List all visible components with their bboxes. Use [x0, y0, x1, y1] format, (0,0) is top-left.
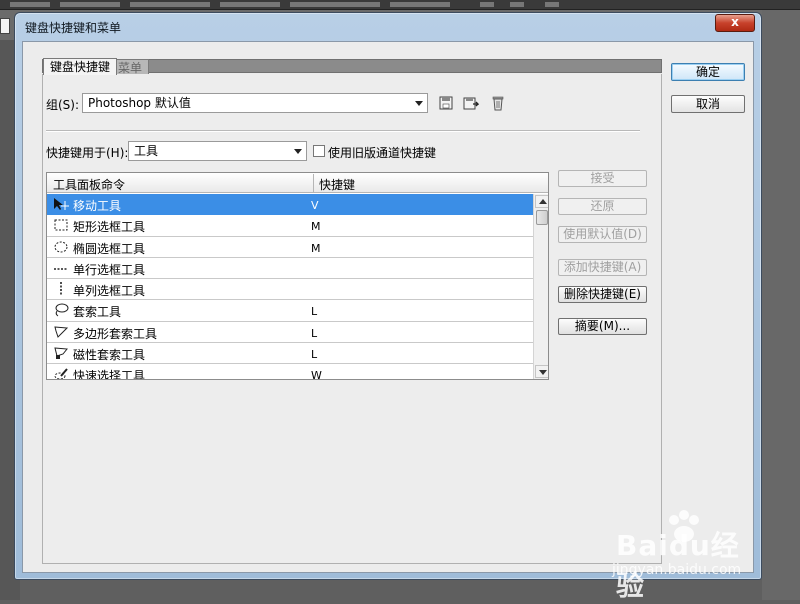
- chevron-down-icon: [294, 149, 302, 154]
- row-shortcut: L: [311, 348, 318, 362]
- column-header-command[interactable]: 工具面板命令: [53, 176, 125, 193]
- summarize-button-label: 摘要(M)...: [574, 319, 631, 333]
- table-scrollbar[interactable]: [533, 194, 548, 379]
- row-shortcut: L: [311, 326, 318, 340]
- table-row[interactable]: 单列选框工具: [47, 279, 533, 301]
- add-shortcut-button[interactable]: 添加快捷键(A): [558, 259, 647, 276]
- tool-shortcuts-table: 工具面板命令 快捷键 移动工具 V 矩形选框工具 M 椭圆选框工具 M 单行选框…: [46, 172, 549, 380]
- row-command: 快速选择工具: [73, 369, 146, 380]
- background-menubar: [0, 0, 800, 10]
- tab-menus-label: 菜单: [118, 61, 143, 75]
- column-header-shortcut[interactable]: 快捷键: [319, 176, 355, 193]
- ok-button-label: 确定: [695, 65, 720, 79]
- background-menu-item: [390, 2, 450, 7]
- arrow-up-icon: [539, 199, 547, 204]
- row-command: 单列选框工具: [73, 284, 146, 299]
- legacy-channel-shortcuts-label: 使用旧版通道快捷键: [328, 146, 437, 160]
- scroll-thumb[interactable]: [536, 210, 548, 225]
- row-command: 矩形选框工具: [73, 220, 146, 235]
- trash-icon[interactable]: [490, 95, 506, 111]
- table-row[interactable]: 移动工具 V: [47, 194, 533, 216]
- background-menu-item: [60, 2, 120, 7]
- background-menu-item: [10, 2, 50, 7]
- accept-button-label: 接受: [590, 171, 615, 185]
- shortcuts-for-label: 快捷键用于(H):: [46, 146, 129, 160]
- scroll-up-button[interactable]: [535, 195, 548, 208]
- ellipse-marquee-icon: [54, 241, 68, 253]
- table-body: 移动工具 V 矩形选框工具 M 椭圆选框工具 M 单行选框工具 单列选框工具 套…: [47, 194, 533, 380]
- group-label: 组(S):: [46, 98, 80, 112]
- table-row[interactable]: 单行选框工具: [47, 258, 533, 280]
- row-command: 多边形套索工具: [73, 326, 158, 341]
- row-command: 磁性套索工具: [73, 348, 146, 363]
- use-default-button-label: 使用默认值(D): [563, 227, 642, 241]
- magnetic-lasso-icon: [54, 347, 68, 360]
- single-row-marquee-icon: [54, 268, 68, 270]
- tab-keyboard-shortcuts-label: 键盘快捷键: [50, 60, 111, 74]
- row-shortcut: W: [311, 369, 322, 380]
- dialog-titlebar[interactable]: 键盘快捷键和菜单 x: [15, 13, 761, 39]
- table-row[interactable]: 快速选择工具 W: [47, 364, 533, 380]
- background-menu-item: [545, 2, 559, 7]
- table-row[interactable]: 磁性套索工具 L: [47, 343, 533, 365]
- background-menu-item: [480, 2, 494, 7]
- row-command: 单行选框工具: [73, 262, 146, 277]
- baidu-watermark: Baidu经验 jingyan.baidu.com: [608, 510, 768, 602]
- divider: [46, 130, 640, 132]
- row-shortcut: M: [311, 241, 321, 255]
- row-shortcut: V: [311, 199, 319, 212]
- single-column-marquee-icon: [60, 282, 62, 297]
- undo-button-label: 还原: [590, 199, 615, 213]
- tab-keyboard-shortcuts[interactable]: 键盘快捷键: [43, 58, 118, 75]
- save-icon[interactable]: [438, 95, 454, 111]
- background-menu-item: [290, 2, 380, 7]
- row-command: 椭圆选框工具: [73, 241, 146, 256]
- row-command: 套索工具: [73, 305, 122, 320]
- group-select-value: Photoshop 默认值: [88, 96, 191, 110]
- background-panels: [762, 10, 800, 600]
- add-shortcut-button-label: 添加快捷键(A): [563, 260, 642, 274]
- shortcuts-for-value: 工具: [134, 144, 159, 158]
- table-row[interactable]: 椭圆选框工具 M: [47, 237, 533, 258]
- summarize-button[interactable]: 摘要(M)...: [558, 318, 647, 335]
- background-menu-item: [510, 2, 524, 7]
- close-icon: x: [731, 15, 739, 29]
- scroll-down-button[interactable]: [535, 365, 548, 378]
- table-row[interactable]: 套索工具 L: [47, 300, 533, 322]
- column-divider[interactable]: [313, 174, 314, 192]
- shortcuts-for-select[interactable]: 工具: [128, 141, 307, 161]
- lasso-tool-icon: [55, 303, 69, 317]
- use-default-button[interactable]: 使用默认值(D): [558, 226, 647, 243]
- delete-shortcut-button[interactable]: 删除快捷键(E): [558, 286, 647, 303]
- chevron-down-icon: [415, 101, 423, 106]
- accept-button[interactable]: 接受: [558, 170, 647, 187]
- quick-selection-icon: [54, 368, 68, 379]
- move-tool-icon: [54, 198, 69, 210]
- row-shortcut: L: [311, 305, 318, 319]
- table-row[interactable]: 多边形套索工具 L: [47, 322, 533, 344]
- cancel-button-label: 取消: [695, 97, 720, 111]
- dialog-title: 键盘快捷键和菜单: [25, 21, 122, 35]
- watermark-url: jingyan.baidu.com: [612, 562, 742, 578]
- background-input: [0, 18, 10, 34]
- rect-marquee-icon: [54, 219, 68, 231]
- table-row[interactable]: 矩形选框工具 M: [47, 215, 533, 237]
- dialog-client-area: 菜单 键盘快捷键 组(S): Photoshop 默认值 快捷键用于(H): 工…: [22, 41, 754, 573]
- table-header: 工具面板命令 快捷键: [47, 173, 548, 193]
- save-as-icon[interactable]: [463, 95, 479, 111]
- cancel-button[interactable]: 取消: [671, 95, 745, 113]
- legacy-channel-shortcuts-checkbox[interactable]: [313, 145, 325, 157]
- background-menu-item: [130, 2, 210, 7]
- polygonal-lasso-icon: [54, 326, 69, 338]
- close-button[interactable]: x: [715, 14, 755, 32]
- arrow-down-icon: [539, 370, 547, 375]
- group-select[interactable]: Photoshop 默认值: [82, 93, 428, 113]
- background-menu-item: [220, 2, 280, 7]
- delete-shortcut-button-label: 删除快捷键(E): [564, 287, 641, 301]
- row-shortcut: M: [311, 220, 321, 234]
- undo-button[interactable]: 还原: [558, 198, 647, 215]
- keyboard-shortcuts-dialog: 键盘快捷键和菜单 x 菜单 键盘快捷键 组(S): Photoshop 默认值: [14, 12, 762, 580]
- row-command: 移动工具: [73, 199, 122, 213]
- ok-button[interactable]: 确定: [671, 63, 745, 81]
